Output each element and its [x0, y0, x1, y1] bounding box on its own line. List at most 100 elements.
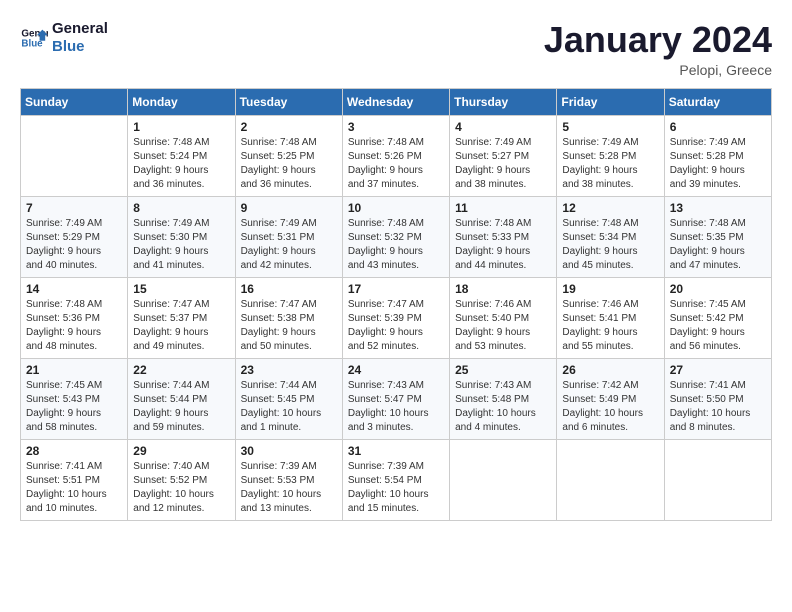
day-number: 3 — [348, 120, 444, 134]
day-info: Sunrise: 7:39 AM Sunset: 5:53 PM Dayligh… — [241, 460, 337, 516]
day-info: Sunrise: 7:48 AM Sunset: 5:34 PM Dayligh… — [562, 217, 658, 273]
calendar-cell: 1 Sunrise: 7:48 AM Sunset: 5:24 PM Daylig… — [128, 115, 235, 196]
calendar-week-row: 21 Sunrise: 7:45 AM Sunset: 5:43 PM Dayli… — [21, 358, 772, 439]
calendar-cell: 22Sunrise: 7:44 AM Sunset: 5:44 PM Dayli… — [128, 358, 235, 439]
day-number: 19 — [562, 282, 658, 296]
day-number: 6 — [670, 120, 766, 134]
calendar-cell: 31 Sunrise: 7:39 AM Sunset: 5:54 PM Dayli… — [342, 439, 449, 520]
day-of-week-header: Monday — [128, 88, 235, 115]
calendar-cell: 14 Sunrise: 7:48 AM Sunset: 5:36 PM Dayli… — [21, 277, 128, 358]
calendar-cell: 4 Sunrise: 7:49 AM Sunset: 5:27 PM Daylig… — [450, 115, 557, 196]
day-info: Sunrise: 7:48 AM Sunset: 5:26 PM Dayligh… — [348, 136, 444, 192]
day-number: 4 — [455, 120, 551, 134]
day-number: 22 — [133, 363, 229, 377]
day-of-week-header: Sunday — [21, 88, 128, 115]
month-title: January 2024 — [544, 20, 772, 60]
calendar-cell: 16 Sunrise: 7:47 AM Sunset: 5:38 PM Dayli… — [235, 277, 342, 358]
day-info: Sunrise: 7:49 AM Sunset: 5:29 PM Dayligh… — [26, 217, 122, 273]
day-info: Sunrise: 7:44 AM Sunset: 5:45 PM Dayligh… — [241, 379, 337, 435]
day-number: 28 — [26, 444, 122, 458]
calendar-week-row: 14 Sunrise: 7:48 AM Sunset: 5:36 PM Dayli… — [21, 277, 772, 358]
calendar-cell: 11 Sunrise: 7:48 AM Sunset: 5:33 PM Dayli… — [450, 196, 557, 277]
calendar-cell — [21, 115, 128, 196]
calendar-cell — [664, 439, 771, 520]
day-number: 24 — [348, 363, 444, 377]
calendar-week-row: 28 Sunrise: 7:41 AM Sunset: 5:51 PM Dayli… — [21, 439, 772, 520]
day-info: Sunrise: 7:48 AM Sunset: 5:36 PM Dayligh… — [26, 298, 122, 354]
calendar-cell: 21 Sunrise: 7:45 AM Sunset: 5:43 PM Dayli… — [21, 358, 128, 439]
day-info: Sunrise: 7:48 AM Sunset: 5:33 PM Dayligh… — [455, 217, 551, 273]
day-of-week-header: Saturday — [664, 88, 771, 115]
logo: General Blue General Blue — [20, 20, 108, 56]
day-number: 14 — [26, 282, 122, 296]
calendar-cell: 7 Sunrise: 7:49 AM Sunset: 5:29 PM Daylig… — [21, 196, 128, 277]
day-number: 23 — [241, 363, 337, 377]
day-number: 25 — [455, 363, 551, 377]
day-number: 12 — [562, 201, 658, 215]
day-info: Sunrise: 7:47 AM Sunset: 5:39 PM Dayligh… — [348, 298, 444, 354]
calendar-cell: 5 Sunrise: 7:49 AM Sunset: 5:28 PM Daylig… — [557, 115, 664, 196]
title-block: January 2024 Pelopi, Greece — [544, 20, 772, 78]
day-info: Sunrise: 7:43 AM Sunset: 5:47 PM Dayligh… — [348, 379, 444, 435]
day-number: 11 — [455, 201, 551, 215]
logo-text-blue: Blue — [52, 38, 108, 56]
day-info: Sunrise: 7:40 AM Sunset: 5:52 PM Dayligh… — [133, 460, 229, 516]
day-info: Sunrise: 7:46 AM Sunset: 5:40 PM Dayligh… — [455, 298, 551, 354]
calendar-cell: 18 Sunrise: 7:46 AM Sunset: 5:40 PM Dayli… — [450, 277, 557, 358]
day-info: Sunrise: 7:47 AM Sunset: 5:38 PM Dayligh… — [241, 298, 337, 354]
calendar-cell: 27 Sunrise: 7:41 AM Sunset: 5:50 PM Dayli… — [664, 358, 771, 439]
calendar-cell: 17 Sunrise: 7:47 AM Sunset: 5:39 PM Dayli… — [342, 277, 449, 358]
calendar-week-row: 7 Sunrise: 7:49 AM Sunset: 5:29 PM Daylig… — [21, 196, 772, 277]
calendar-header-row: SundayMondayTuesdayWednesdayThursdayFrid… — [21, 88, 772, 115]
day-info: Sunrise: 7:47 AM Sunset: 5:37 PM Dayligh… — [133, 298, 229, 354]
calendar-week-row: 1 Sunrise: 7:48 AM Sunset: 5:24 PM Daylig… — [21, 115, 772, 196]
day-number: 8 — [133, 201, 229, 215]
day-number: 10 — [348, 201, 444, 215]
day-of-week-header: Wednesday — [342, 88, 449, 115]
calendar-cell: 8Sunrise: 7:49 AM Sunset: 5:30 PM Daylig… — [128, 196, 235, 277]
day-info: Sunrise: 7:48 AM Sunset: 5:25 PM Dayligh… — [241, 136, 337, 192]
day-number: 30 — [241, 444, 337, 458]
calendar-cell — [450, 439, 557, 520]
day-of-week-header: Thursday — [450, 88, 557, 115]
day-of-week-header: Tuesday — [235, 88, 342, 115]
day-number: 16 — [241, 282, 337, 296]
day-of-week-header: Friday — [557, 88, 664, 115]
day-number: 31 — [348, 444, 444, 458]
day-number: 17 — [348, 282, 444, 296]
day-info: Sunrise: 7:48 AM Sunset: 5:24 PM Dayligh… — [133, 136, 229, 192]
day-number: 15 — [133, 282, 229, 296]
day-info: Sunrise: 7:49 AM Sunset: 5:28 PM Dayligh… — [670, 136, 766, 192]
calendar-cell: 9 Sunrise: 7:49 AM Sunset: 5:31 PM Daylig… — [235, 196, 342, 277]
calendar-cell: 26 Sunrise: 7:42 AM Sunset: 5:49 PM Dayli… — [557, 358, 664, 439]
day-info: Sunrise: 7:41 AM Sunset: 5:50 PM Dayligh… — [670, 379, 766, 435]
day-number: 18 — [455, 282, 551, 296]
day-info: Sunrise: 7:42 AM Sunset: 5:49 PM Dayligh… — [562, 379, 658, 435]
day-number: 9 — [241, 201, 337, 215]
calendar-cell: 2 Sunrise: 7:48 AM Sunset: 5:25 PM Daylig… — [235, 115, 342, 196]
day-number: 2 — [241, 120, 337, 134]
day-number: 5 — [562, 120, 658, 134]
day-info: Sunrise: 7:49 AM Sunset: 5:27 PM Dayligh… — [455, 136, 551, 192]
day-info: Sunrise: 7:39 AM Sunset: 5:54 PM Dayligh… — [348, 460, 444, 516]
calendar-cell: 13 Sunrise: 7:48 AM Sunset: 5:35 PM Dayli… — [664, 196, 771, 277]
day-info: Sunrise: 7:48 AM Sunset: 5:35 PM Dayligh… — [670, 217, 766, 273]
day-info: Sunrise: 7:48 AM Sunset: 5:32 PM Dayligh… — [348, 217, 444, 273]
day-number: 21 — [26, 363, 122, 377]
calendar-cell: 19Sunrise: 7:46 AM Sunset: 5:41 PM Dayli… — [557, 277, 664, 358]
calendar-cell: 30 Sunrise: 7:39 AM Sunset: 5:53 PM Dayli… — [235, 439, 342, 520]
logo-icon: General Blue — [20, 24, 48, 52]
day-number: 26 — [562, 363, 658, 377]
calendar-cell: 24 Sunrise: 7:43 AM Sunset: 5:47 PM Dayli… — [342, 358, 449, 439]
day-number: 1 — [133, 120, 229, 134]
logo-text-general: General — [52, 20, 108, 38]
day-info: Sunrise: 7:49 AM Sunset: 5:31 PM Dayligh… — [241, 217, 337, 273]
calendar-cell — [557, 439, 664, 520]
day-number: 27 — [670, 363, 766, 377]
calendar-cell: 3 Sunrise: 7:48 AM Sunset: 5:26 PM Daylig… — [342, 115, 449, 196]
day-info: Sunrise: 7:45 AM Sunset: 5:43 PM Dayligh… — [26, 379, 122, 435]
day-number: 7 — [26, 201, 122, 215]
day-info: Sunrise: 7:49 AM Sunset: 5:28 PM Dayligh… — [562, 136, 658, 192]
day-number: 13 — [670, 201, 766, 215]
day-info: Sunrise: 7:41 AM Sunset: 5:51 PM Dayligh… — [26, 460, 122, 516]
